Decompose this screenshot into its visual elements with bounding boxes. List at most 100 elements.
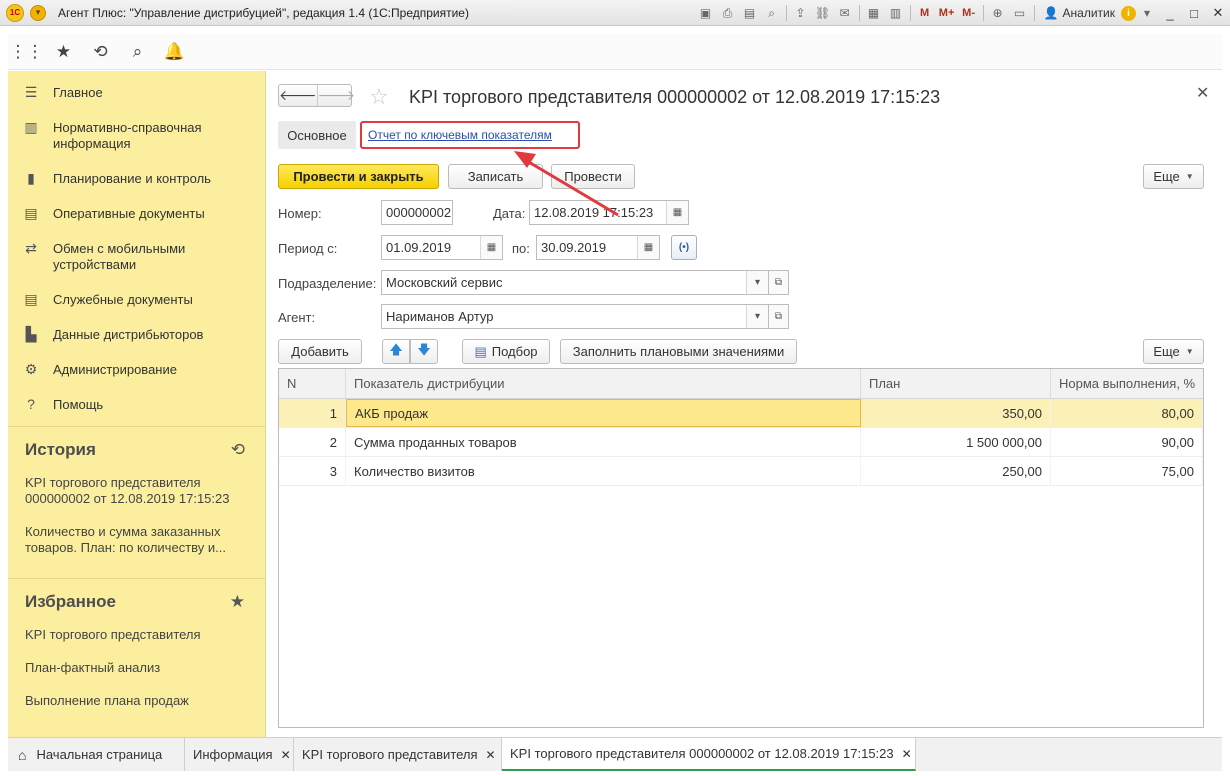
- plan-cell[interactable]: 250,00: [861, 457, 1051, 485]
- post-and-close-button[interactable]: Провести и закрыть: [278, 164, 439, 189]
- sidebar-item-reference[interactable]: ▥ Нормативно-справочная информация: [8, 110, 265, 161]
- memory-button[interactable]: M: [914, 3, 936, 23]
- sidebar-item-help[interactable]: ? Помощь: [8, 387, 265, 422]
- history-icon[interactable]: ⟲: [231, 440, 245, 460]
- number-field[interactable]: 000000002: [381, 200, 453, 225]
- period-from-label: Период с:: [278, 241, 338, 256]
- print-icon[interactable]: ⎙: [717, 3, 739, 23]
- close-tab-icon[interactable]: ✕: [281, 748, 291, 762]
- sidebar-item-service-docs[interactable]: ▤ Служебные документы: [8, 282, 265, 317]
- info-icon[interactable]: i: [1121, 5, 1136, 21]
- tab-label: Информация: [193, 747, 273, 762]
- sidebar-item-label: Нормативно-справочная информация: [53, 120, 202, 151]
- history-item[interactable]: KPI торгового представителя 000000002 от…: [25, 475, 235, 507]
- indicator-cell[interactable]: АКБ продаж: [346, 399, 861, 427]
- link-icon[interactable]: ⛓: [812, 3, 834, 23]
- back-arrow-icon[interactable]: 🡐: [279, 85, 318, 106]
- select-period-button[interactable]: (•): [671, 235, 697, 260]
- calendar-icon[interactable]: ▦: [480, 236, 502, 259]
- table-row[interactable]: 1 АКБ продаж 350,00 80,00: [279, 399, 1203, 428]
- table-row[interactable]: 3 Количество визитов 250,00 75,00: [279, 457, 1203, 486]
- save-icon[interactable]: ▣: [695, 3, 717, 23]
- bell-icon[interactable]: 🔔: [156, 34, 193, 70]
- favorites-star-icon[interactable]: ★: [45, 34, 82, 70]
- column-header-plan[interactable]: План: [861, 369, 1051, 398]
- column-header-indicator[interactable]: Показатель дистрибуции: [346, 369, 861, 398]
- sidebar-item-main[interactable]: ☰ Главное: [8, 75, 265, 110]
- favorite-star-icon[interactable]: ☆: [369, 84, 389, 110]
- memory-plus-button[interactable]: M+: [936, 3, 958, 23]
- table-header: N Показатель дистрибуции План Норма выпо…: [279, 369, 1203, 399]
- plan-cell[interactable]: 1 500 000,00: [861, 428, 1051, 456]
- open-agent-icon[interactable]: ⧉: [769, 304, 789, 329]
- tab-kpi-document[interactable]: KPI торгового представителя 000000002 от…: [502, 738, 916, 771]
- add-row-button[interactable]: Добавить: [278, 339, 362, 364]
- calendar-icon[interactable]: ▦: [666, 201, 688, 224]
- preview-icon[interactable]: ▤: [739, 3, 761, 23]
- calendar-icon[interactable]: ▥: [885, 3, 907, 23]
- sidebar-item-operative-docs[interactable]: ▤ Оперативные документы: [8, 196, 265, 231]
- indicator-cell[interactable]: Количество визитов: [346, 457, 861, 485]
- apps-grid-icon[interactable]: ⋮⋮: [8, 34, 45, 70]
- search-icon[interactable]: ⌕: [119, 34, 156, 70]
- move-up-icon[interactable]: 🡅: [382, 339, 410, 364]
- calculator-icon[interactable]: ▦: [863, 3, 885, 23]
- indicator-cell[interactable]: Сумма проданных товаров: [346, 428, 861, 456]
- fill-plan-button[interactable]: Заполнить плановыми значениями: [560, 339, 797, 364]
- table-more-button[interactable]: Еще ▼: [1143, 339, 1204, 364]
- plan-cell[interactable]: 350,00: [861, 399, 1051, 427]
- upload-icon[interactable]: ⇪: [790, 3, 812, 23]
- chevron-down-icon[interactable]: ▾: [1136, 3, 1158, 23]
- tab-kpi-list[interactable]: KPI торгового представителя ✕: [294, 738, 502, 771]
- email-icon[interactable]: ✉: [834, 3, 856, 23]
- period-from-value: 01.09.2019: [386, 240, 452, 255]
- close-tab-icon[interactable]: ✕: [486, 748, 496, 762]
- chevron-down-icon[interactable]: ▾: [746, 305, 768, 328]
- tab-information[interactable]: Информация ✕: [185, 738, 294, 771]
- more-button[interactable]: Еще ▼: [1143, 164, 1204, 189]
- user-menu[interactable]: 👤 Аналитик: [1038, 6, 1121, 20]
- favorites-item[interactable]: Выполнение плана продаж: [25, 693, 265, 709]
- favorites-star-icon[interactable]: ★: [230, 592, 245, 612]
- column-header-norm[interactable]: Норма выполнения, %: [1051, 369, 1203, 398]
- norm-cell[interactable]: 80,00: [1051, 399, 1203, 427]
- zoom-in-icon[interactable]: ⊕: [987, 3, 1009, 23]
- sidebar-item-mobile-exchange[interactable]: ⇄ Обмен с мобильными устройствами: [8, 231, 265, 282]
- table-row[interactable]: 2 Сумма проданных товаров 1 500 000,00 9…: [279, 428, 1203, 457]
- norm-cell[interactable]: 90,00: [1051, 428, 1203, 456]
- period-from-field[interactable]: 01.09.2019 ▦: [381, 235, 503, 260]
- date-field[interactable]: 12.08.2019 17:15:23 ▦: [529, 200, 689, 225]
- history-item[interactable]: Количество и сумма заказанных товаров. П…: [25, 524, 243, 556]
- division-field[interactable]: Московский сервис ▾: [381, 270, 769, 295]
- post-button[interactable]: Провести: [551, 164, 635, 189]
- close-form-icon[interactable]: ✕: [1196, 83, 1209, 103]
- chevron-down-icon[interactable]: ▾: [746, 271, 768, 294]
- agent-field[interactable]: Нариманов Артур ▾: [381, 304, 769, 329]
- forward-arrow-icon[interactable]: 🡒: [318, 85, 356, 106]
- sidebar-item-distributors[interactable]: ▙ Данные дистрибьюторов: [8, 317, 265, 352]
- tab-home[interactable]: ⌂ Начальная страница: [8, 738, 185, 771]
- sidebar-item-administration[interactable]: ⚙ Администрирование: [8, 352, 265, 387]
- maximize-button[interactable]: □: [1182, 3, 1206, 23]
- favorites-item[interactable]: План-фактный анализ: [25, 660, 265, 676]
- save-button[interactable]: Записать: [448, 164, 543, 189]
- move-down-icon[interactable]: 🡇: [410, 339, 438, 364]
- open-division-icon[interactable]: ⧉: [769, 270, 789, 295]
- window-layout-icon[interactable]: ▭: [1009, 3, 1031, 23]
- find-icon[interactable]: ⌕: [761, 3, 783, 23]
- norm-cell[interactable]: 75,00: [1051, 457, 1203, 485]
- sidebar-item-planning[interactable]: ▮ Планирование и контроль: [8, 161, 265, 196]
- calendar-icon[interactable]: ▦: [637, 236, 659, 259]
- pick-icon: ▤: [474, 343, 487, 359]
- tab-basic[interactable]: Основное: [278, 121, 356, 149]
- favorites-item[interactable]: KPI торгового представителя: [25, 627, 265, 643]
- memory-minus-button[interactable]: M-: [958, 3, 980, 23]
- pick-button[interactable]: ▤ Подбор: [462, 339, 550, 364]
- main-menu-icon[interactable]: ▾: [30, 4, 46, 21]
- column-header-n[interactable]: N: [279, 369, 346, 398]
- history-icon[interactable]: ⟲: [82, 34, 119, 70]
- minimize-button[interactable]: _: [1158, 3, 1182, 23]
- close-tab-icon[interactable]: ✕: [902, 747, 912, 761]
- close-window-button[interactable]: ✕: [1206, 3, 1230, 23]
- period-to-field[interactable]: 30.09.2019 ▦: [536, 235, 660, 260]
